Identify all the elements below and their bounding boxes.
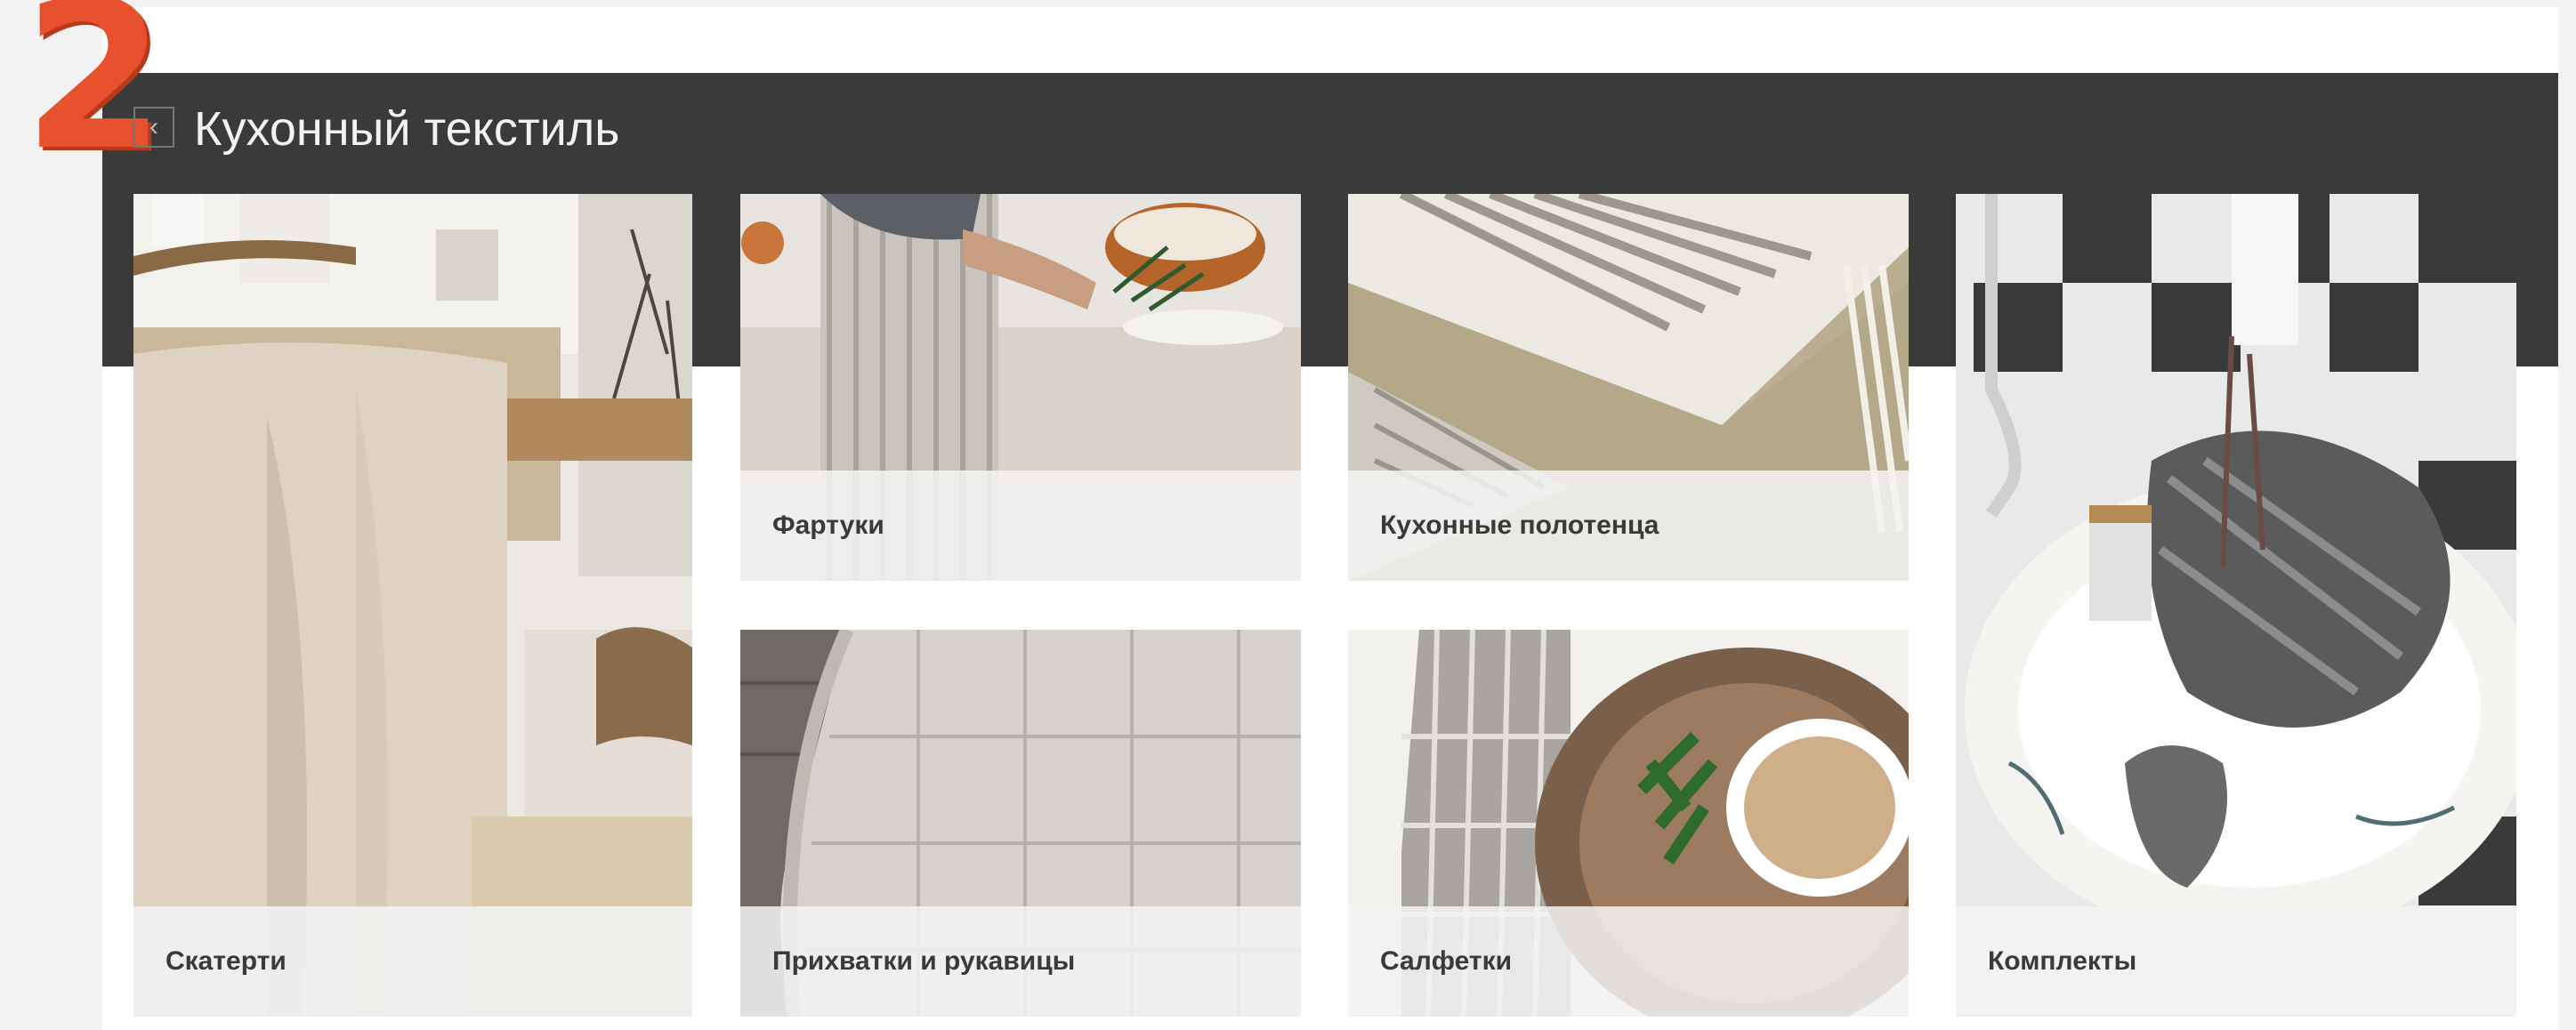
- category-tile-potholders[interactable]: Прихватки и рукавицы: [740, 630, 1301, 1017]
- category-tile-sets[interactable]: Комплекты: [1956, 194, 2516, 1017]
- category-tile-kitchen-towels[interactable]: Кухонные полотенца: [1348, 194, 1909, 581]
- chevron-left-icon: ‹: [149, 112, 158, 141]
- tablecloth-photo: [133, 194, 692, 1017]
- category-label: Фартуки: [740, 471, 1301, 581]
- category-label: Прихватки и рукавицы: [740, 906, 1301, 1017]
- category-tile-aprons[interactable]: Фартуки: [740, 194, 1301, 581]
- category-tile-napkins[interactable]: Салфетки: [1348, 630, 1909, 1017]
- table-set-photo: [1956, 194, 2516, 1017]
- back-button[interactable]: ‹: [133, 107, 174, 148]
- category-label: Салфетки: [1348, 906, 1909, 1017]
- section-title: Кухонный текстиль: [194, 102, 620, 156]
- category-label: Комплекты: [1956, 906, 2516, 1017]
- step-number-badge: 2: [23, 0, 166, 196]
- category-label: Кухонные полотенца: [1348, 471, 1909, 581]
- category-label: Скатерти: [133, 906, 692, 1017]
- category-tile-tablecloths[interactable]: Скатерти: [133, 194, 692, 1017]
